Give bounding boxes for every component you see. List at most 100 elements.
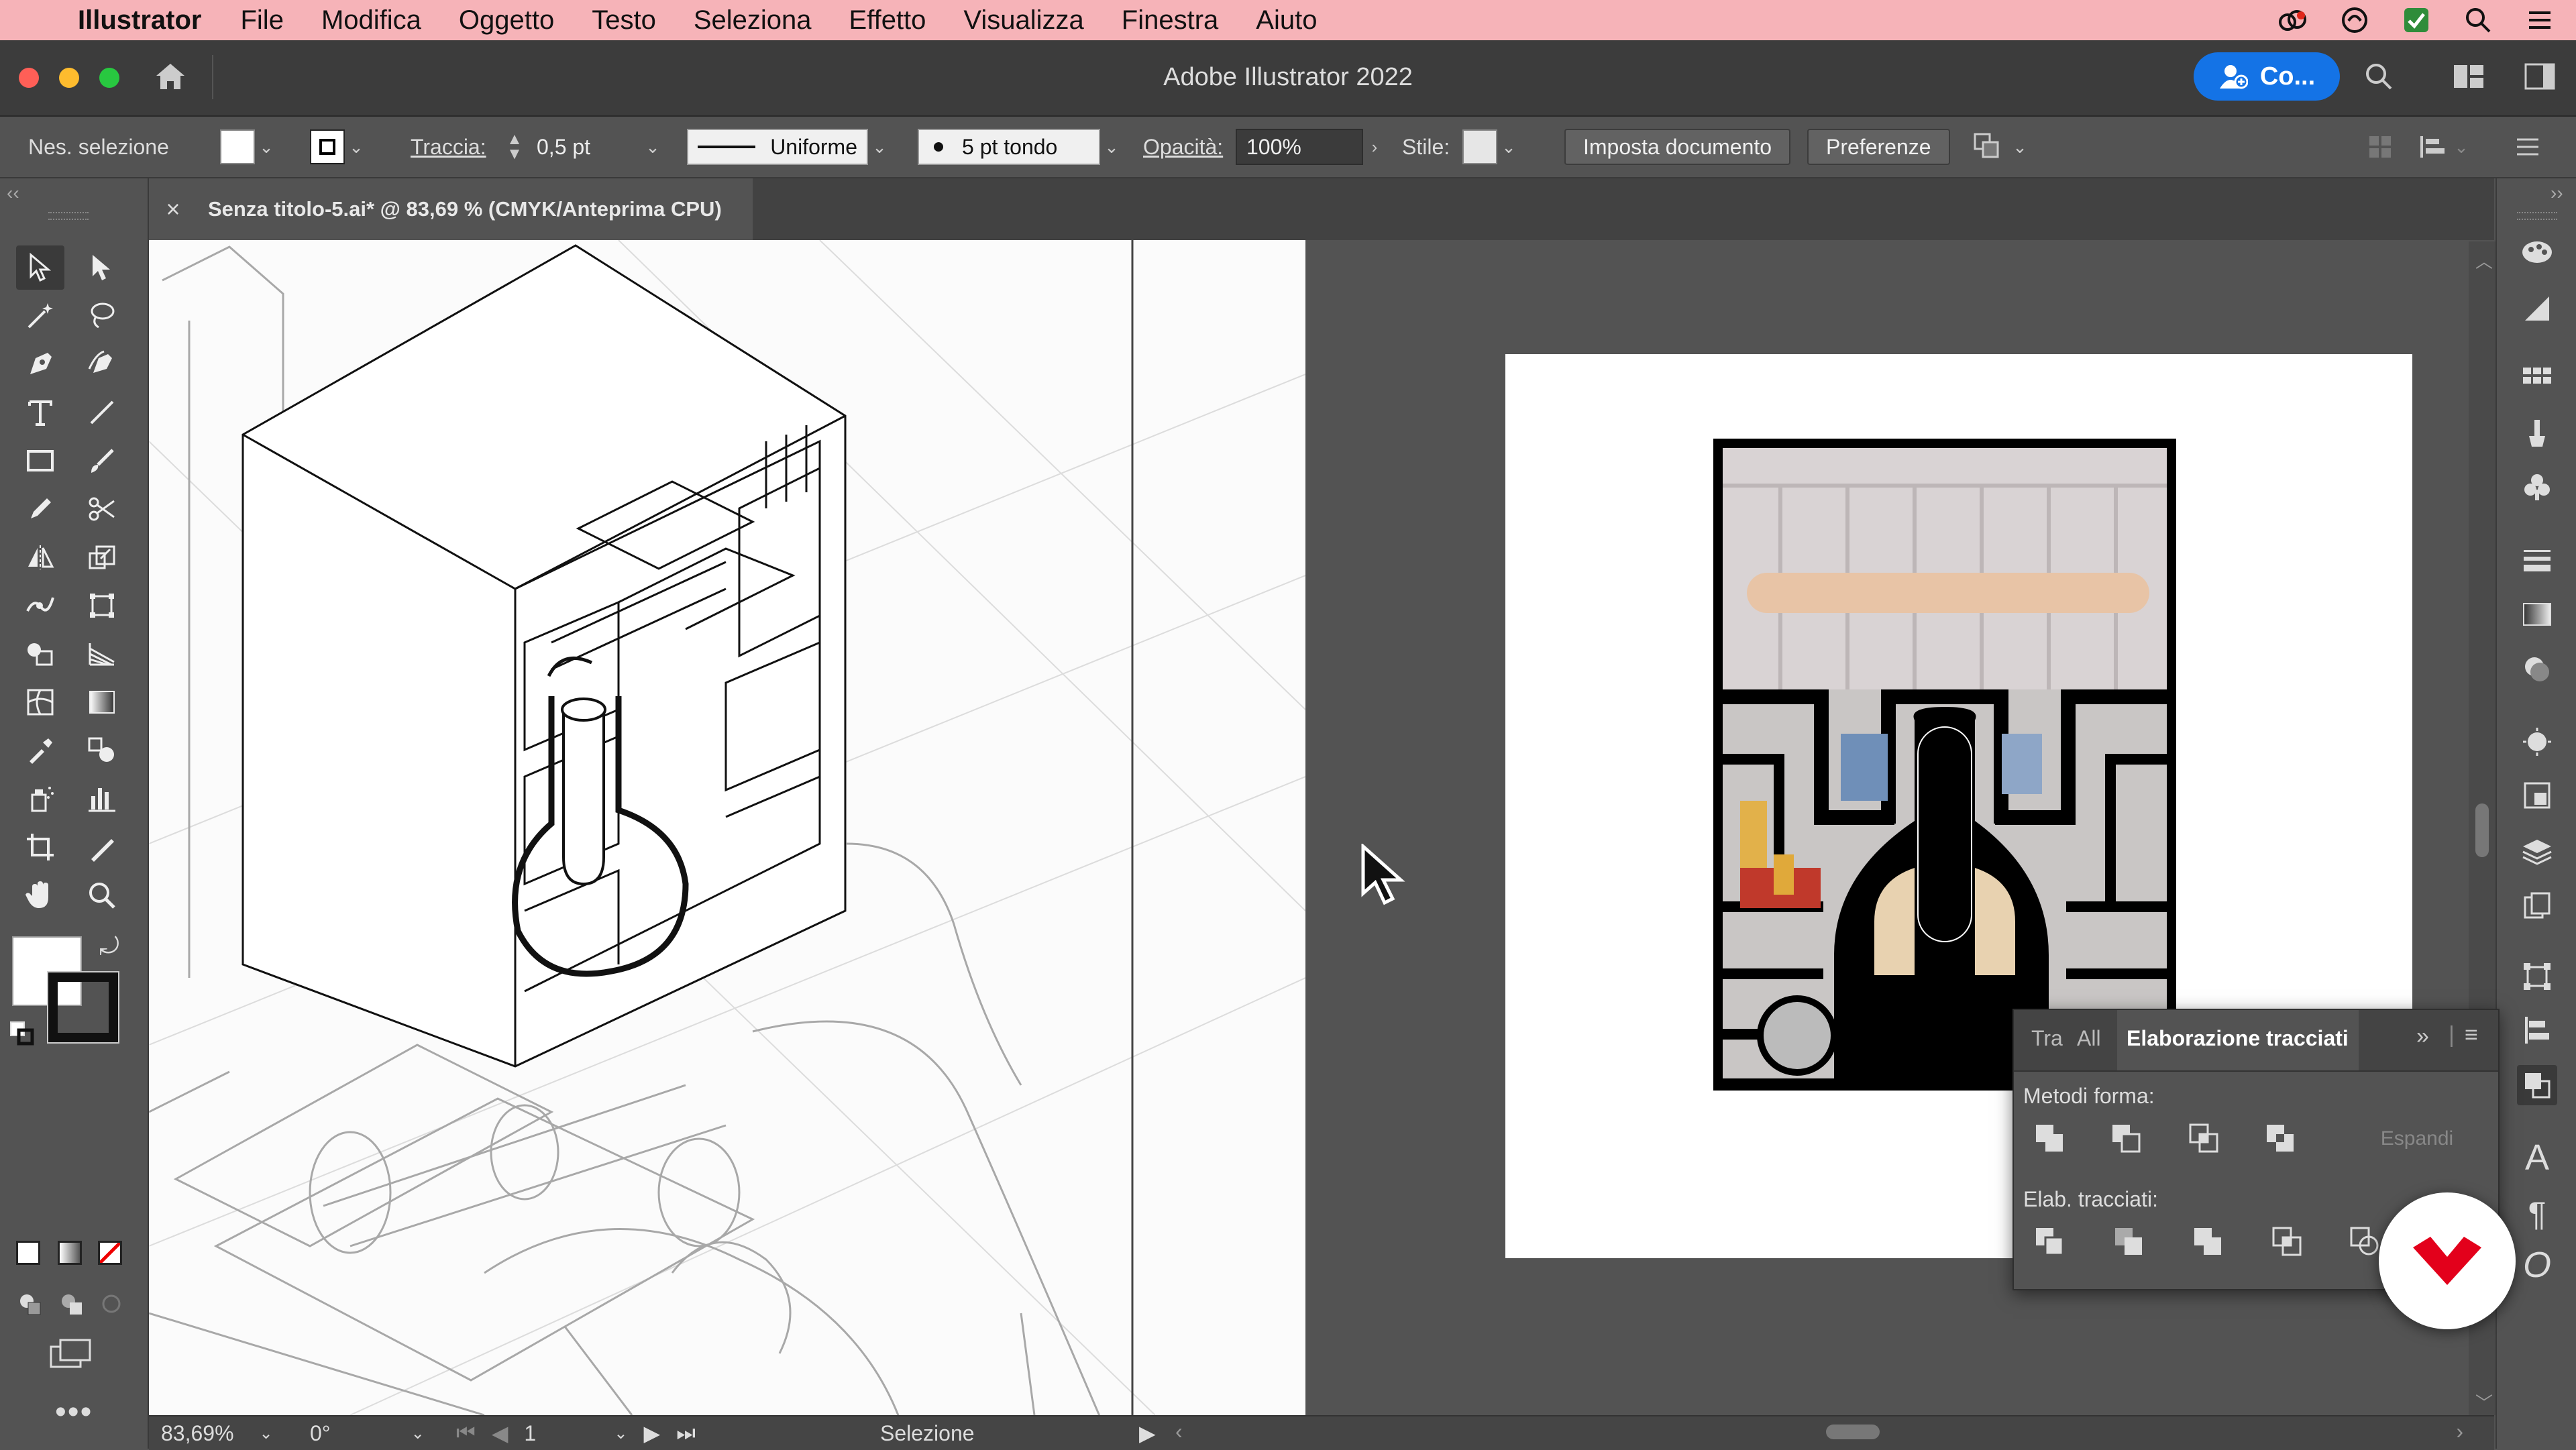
control-center-icon[interactable] xyxy=(2524,4,2556,36)
scroll-right-icon[interactable]: › xyxy=(2456,1419,2463,1444)
scroll-up-icon[interactable]: ︿ xyxy=(2475,248,2493,273)
direct-selection-tool-icon[interactable] xyxy=(78,245,126,290)
perspective-grid-tool-icon[interactable] xyxy=(78,632,126,676)
scissors-tool-icon[interactable] xyxy=(78,487,126,531)
chevron-down-icon[interactable]: ⌄ xyxy=(260,1424,273,1443)
transparency-icon[interactable] xyxy=(2517,649,2557,689)
opacity-control[interactable]: 100% › xyxy=(1236,127,1386,166)
zoom-control[interactable]: 83,69% ⌄ xyxy=(161,1419,273,1447)
panel-collapse-icon[interactable]: » xyxy=(2416,1023,2429,1050)
pen-tool-icon[interactable] xyxy=(16,342,64,386)
free-transform-tool-icon[interactable] xyxy=(78,583,126,628)
paintbrush-tool-icon[interactable] xyxy=(78,439,126,483)
gradient-mode-icon[interactable] xyxy=(58,1241,82,1265)
scroll-left-icon[interactable]: ‹ xyxy=(1175,1419,1183,1444)
artboards-icon[interactable] xyxy=(2517,885,2557,926)
sync-icon[interactable] xyxy=(2339,4,2371,36)
collapse-panel-icon[interactable]: ‹‹ xyxy=(7,182,19,204)
share-button[interactable]: Co... xyxy=(2194,52,2340,101)
merge-icon[interactable] xyxy=(2188,1222,2227,1261)
graphic-style-control[interactable]: ⌄ xyxy=(1462,127,1520,166)
checklist-app-icon[interactable] xyxy=(2400,4,2432,36)
chevron-down-icon[interactable]: ⌄ xyxy=(614,1424,627,1443)
brush-definition[interactable]: 5 pt tondo ⌄ xyxy=(918,127,1123,166)
hand-tool-icon[interactable] xyxy=(16,873,64,917)
draw-normal-icon[interactable] xyxy=(16,1290,43,1321)
document-setup-button[interactable]: Imposta documento xyxy=(1564,127,1791,166)
scroll-down-icon[interactable]: ﹀ xyxy=(2475,1390,2493,1414)
width-tool-icon[interactable] xyxy=(16,583,64,628)
zoom-tool-icon[interactable] xyxy=(78,873,126,917)
slice-tool-icon[interactable] xyxy=(78,825,126,869)
horizontal-scrollbar[interactable]: ‹ › xyxy=(1169,1416,2470,1447)
brushes-icon[interactable] xyxy=(2517,413,2557,453)
gradient-panel-icon[interactable] xyxy=(2517,594,2557,634)
rectangle-tool-icon[interactable] xyxy=(16,439,64,483)
tab-pathfinder[interactable]: Elaborazione tracciati xyxy=(2127,1026,2349,1051)
opacity-field[interactable]: 100% xyxy=(1236,129,1363,165)
character-icon[interactable]: A xyxy=(2517,1137,2557,1178)
pencil-tool-icon[interactable] xyxy=(16,487,64,531)
next-artboard-icon[interactable]: ▶ xyxy=(644,1420,661,1446)
menu-object[interactable]: Oggetto xyxy=(459,5,554,36)
status-menu-icon[interactable]: ▶ xyxy=(1139,1419,1156,1447)
chevron-down-icon[interactable]: ⌄ xyxy=(345,137,368,158)
minus-front-icon[interactable] xyxy=(2106,1119,2145,1158)
panel-options-icon[interactable]: ≡ xyxy=(2465,1022,2478,1048)
eyedropper-tool-icon[interactable] xyxy=(16,728,64,773)
vertical-scroll-thumb[interactable] xyxy=(2475,803,2489,857)
preferences-button[interactable]: Preferenze xyxy=(1807,127,1950,166)
workspace-switcher-icon[interactable] xyxy=(2520,56,2560,97)
arrange-icon[interactable]: ⌄ xyxy=(1972,127,2031,166)
color-guide-icon[interactable] xyxy=(2517,232,2557,272)
transform-icon[interactable] xyxy=(2517,956,2557,997)
menu-app-name[interactable]: Illustrator xyxy=(78,5,201,36)
distribute-icon[interactable]: ⌄ xyxy=(2418,127,2473,166)
line-segment-tool-icon[interactable] xyxy=(78,390,126,435)
menu-view[interactable]: Visualizza xyxy=(963,5,1083,36)
artboard-tool-icon[interactable] xyxy=(16,825,64,869)
chevron-down-icon[interactable]: ⌄ xyxy=(1100,137,1123,158)
arrange-documents-icon[interactable] xyxy=(2449,56,2489,97)
menu-effect[interactable]: Effetto xyxy=(849,5,926,36)
color-mode-icon[interactable] xyxy=(16,1241,40,1265)
screen-mode-icon[interactable] xyxy=(48,1337,93,1374)
mesh-tool-icon[interactable] xyxy=(16,680,64,724)
appearance-icon[interactable] xyxy=(2517,722,2557,762)
reflect-tool-icon[interactable] xyxy=(16,535,64,579)
lasso-tool-icon[interactable] xyxy=(78,294,126,338)
fill-swatch[interactable] xyxy=(220,129,255,164)
stroke-color-control[interactable]: ⌄ xyxy=(310,127,368,166)
stroke-weight-field[interactable]: 0,5 pt xyxy=(527,129,641,165)
graphic-styles-icon[interactable] xyxy=(2517,775,2557,816)
type-tool-icon[interactable] xyxy=(16,390,64,435)
intersect-icon[interactable] xyxy=(2184,1119,2223,1158)
variable-width-profile[interactable]: Uniforme ⌄ xyxy=(687,127,891,166)
crop-icon[interactable] xyxy=(2267,1222,2306,1261)
search-icon[interactable] xyxy=(2359,56,2399,97)
tab-transform[interactable]: Tra xyxy=(2031,1026,2063,1051)
selection-tool-icon[interactable] xyxy=(16,245,64,290)
dock-grip[interactable] xyxy=(2517,212,2557,220)
first-artboard-icon[interactable]: ⏮ xyxy=(456,1420,476,1446)
align-icon[interactable] xyxy=(2367,127,2394,166)
creative-cloud-icon[interactable] xyxy=(2277,4,2309,36)
trim-icon[interactable] xyxy=(2109,1222,2148,1261)
shape-builder-tool-icon[interactable] xyxy=(16,632,64,676)
color-icon[interactable] xyxy=(2517,288,2557,329)
stroke-color-swatch[interactable] xyxy=(47,971,119,1044)
artboard-number[interactable]: 1 xyxy=(524,1421,598,1446)
chevron-down-icon[interactable]: ⌄ xyxy=(411,1424,425,1443)
artboard-navigation[interactable]: ⏮ ◀ 1 ⌄ ▶ ⏭ xyxy=(456,1419,696,1447)
chevron-down-icon[interactable]: ⌄ xyxy=(2008,137,2031,158)
style-swatch[interactable] xyxy=(1462,129,1497,164)
none-mode-icon[interactable] xyxy=(98,1241,122,1265)
align-panel-icon[interactable] xyxy=(2517,1010,2557,1050)
stroke-panel-icon[interactable] xyxy=(2517,541,2557,581)
reference-image[interactable] xyxy=(1713,439,2176,1091)
floating-logo-badge[interactable] xyxy=(2379,1192,2516,1329)
default-fill-stroke-icon[interactable] xyxy=(9,1021,36,1051)
brush-field[interactable]: 5 pt tondo xyxy=(918,129,1100,165)
chevron-down-icon[interactable]: ⌄ xyxy=(641,137,664,158)
panel-menu-icon[interactable] xyxy=(2514,127,2541,166)
